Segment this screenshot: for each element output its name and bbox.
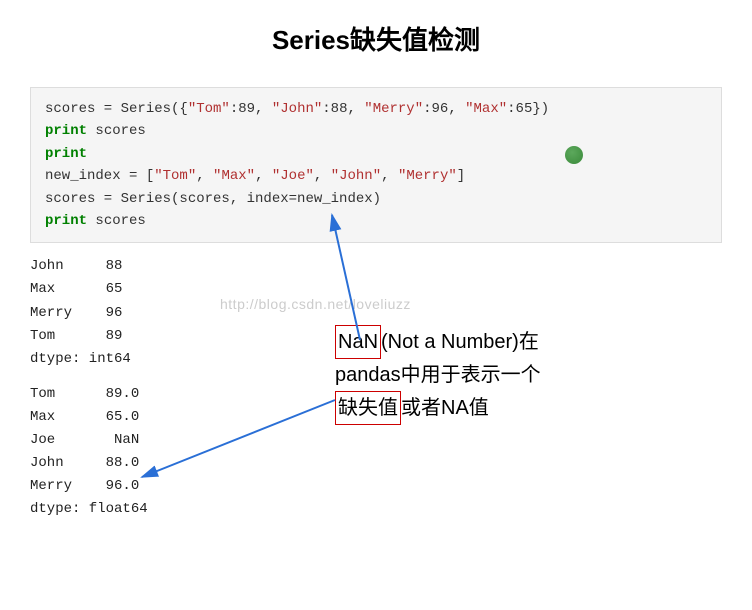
- boxed-missing: 缺失值: [335, 391, 401, 425]
- code-block: scores = Series({"Tom":89, "John":88, "M…: [30, 87, 722, 243]
- code-line-2: print scores: [45, 120, 707, 142]
- marker-circle: [565, 146, 583, 164]
- code-line-4: new_index = ["Tom", "Max", "Joe", "John"…: [45, 165, 707, 187]
- watermark: http://blog.csdn.net/loveliuzz: [220, 296, 411, 312]
- annotation-text: NaN(Not a Number)在 pandas中用于表示一个 缺失值或者NA…: [335, 325, 695, 425]
- code-line-5: scores = Series(scores, index=new_index): [45, 188, 707, 210]
- code-line-3: print: [45, 143, 707, 165]
- code-line-6: print scores: [45, 210, 707, 232]
- code-line-1: scores = Series({"Tom":89, "John":88, "M…: [45, 98, 707, 120]
- boxed-nan: NaN: [335, 325, 381, 359]
- page-title: Series缺失值检测: [0, 0, 752, 87]
